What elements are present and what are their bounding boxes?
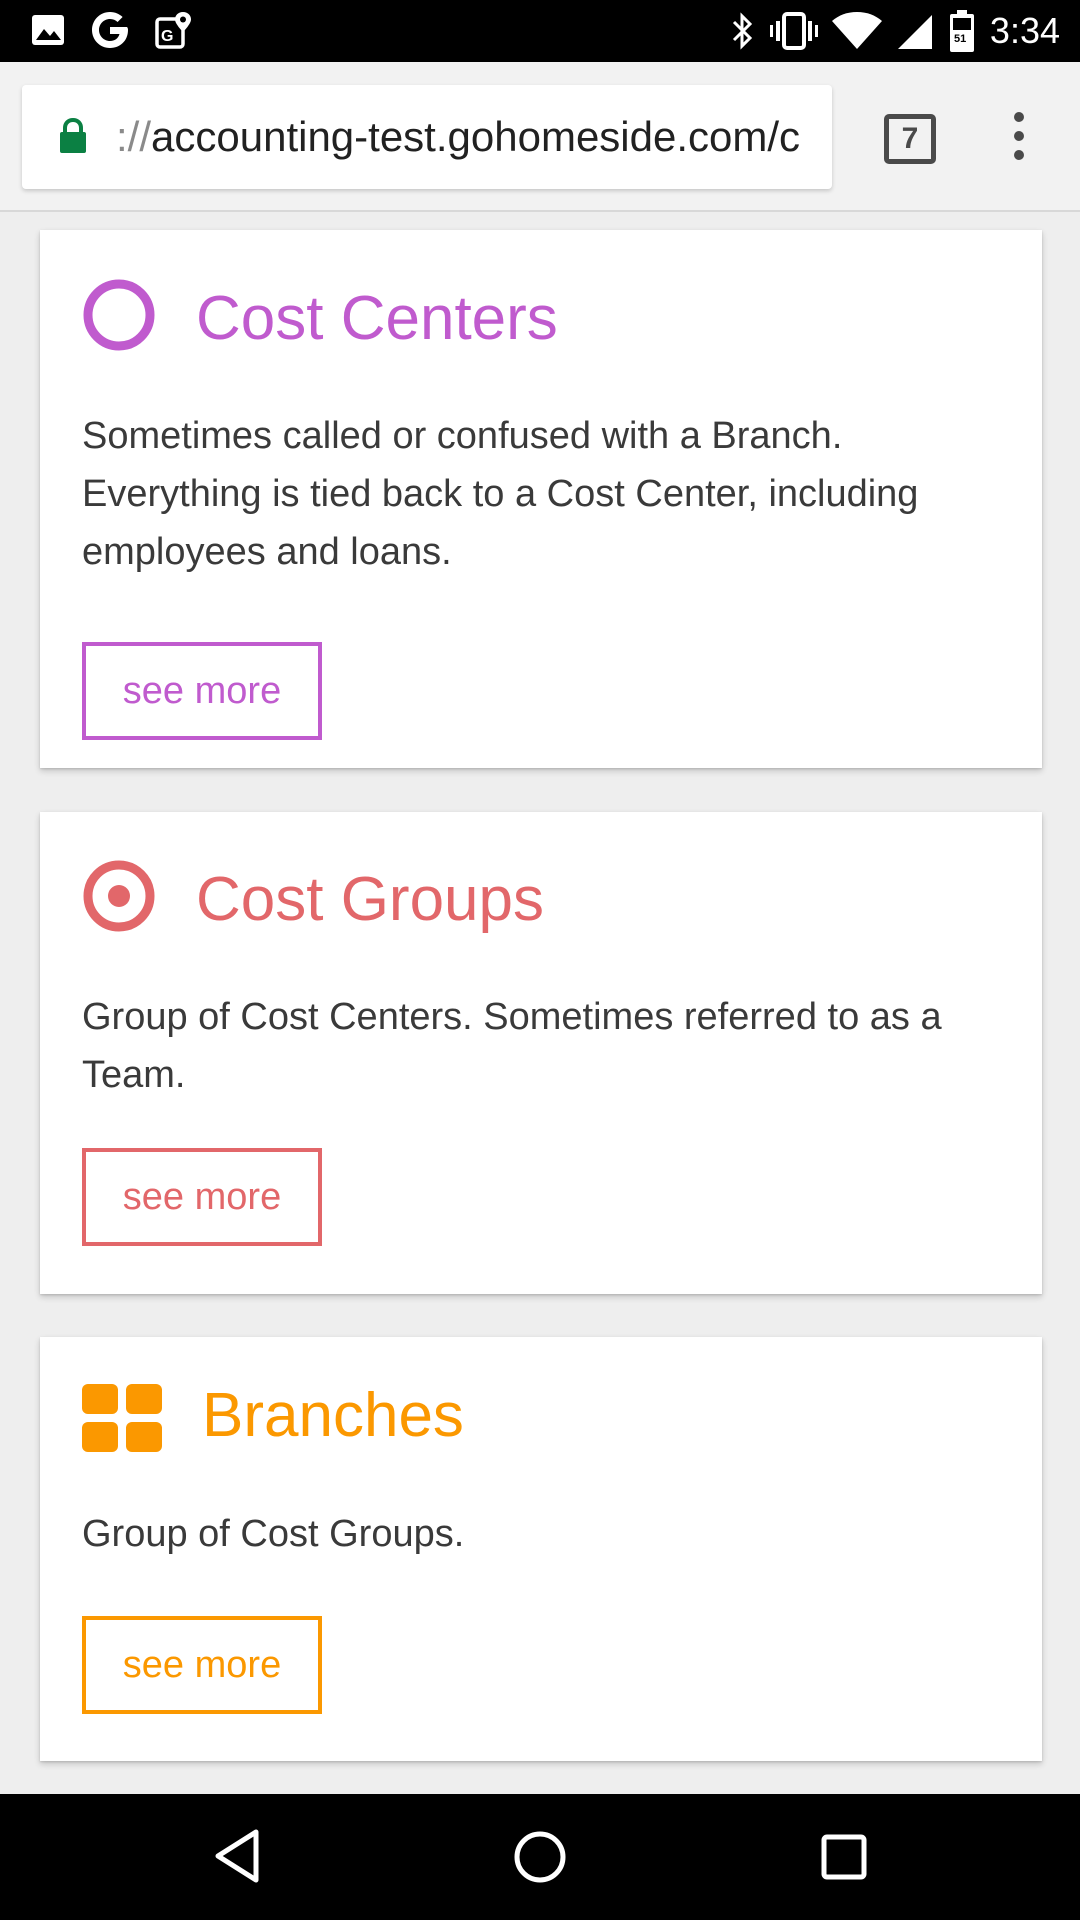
battery-icon: 51 xyxy=(949,10,974,52)
lock-icon xyxy=(60,117,86,153)
google-icon xyxy=(92,12,128,48)
wifi-icon xyxy=(831,12,882,49)
clock: 3:34 xyxy=(989,10,1060,51)
home-icon[interactable] xyxy=(513,1830,567,1884)
card-cost-groups: Cost Groups Group of Cost Centers. Somet… xyxy=(40,812,1042,1294)
status-bar: G 51 3:34 xyxy=(0,0,1080,62)
grid-icon xyxy=(82,1384,162,1452)
svg-text:51: 51 xyxy=(954,33,966,45)
svg-text:G: G xyxy=(161,28,173,45)
url-text[interactable]: ://accounting-test.gohomeside.com/c xyxy=(116,109,800,165)
address-bar[interactable]: ://accounting-test.gohomeside.com/c xyxy=(22,85,832,189)
bluetooth-icon xyxy=(732,12,753,50)
navigation-bar xyxy=(0,1794,1080,1920)
card-description: Group of Cost Centers. Sometimes referre… xyxy=(82,996,942,1096)
vibrate-icon xyxy=(769,12,818,50)
image-icon xyxy=(32,15,64,45)
card-description: Sometimes called or confused with a Bran… xyxy=(82,415,919,573)
recents-icon[interactable] xyxy=(820,1833,868,1881)
card-title: Branches xyxy=(202,1381,464,1450)
browser-toolbar: ://accounting-test.gohomeside.com/c 7 xyxy=(0,62,1080,212)
see-more-button[interactable]: see more xyxy=(82,1148,322,1246)
see-more-button[interactable]: see more xyxy=(82,1616,322,1714)
overflow-menu-icon[interactable] xyxy=(1008,112,1030,172)
target-icon xyxy=(83,860,155,932)
maps-icon: G xyxy=(155,12,191,49)
ring-icon xyxy=(83,279,155,351)
card-branches: Branches Group of Cost Groups. see more xyxy=(40,1337,1042,1761)
card-title: Cost Centers xyxy=(196,284,558,353)
url-host: accounting-test.gohomeside.com/c xyxy=(151,113,801,160)
see-more-button[interactable]: see more xyxy=(82,642,322,740)
card-title: Cost Groups xyxy=(196,865,545,934)
card-description: Group of Cost Groups. xyxy=(82,1513,465,1555)
url-scheme: :// xyxy=(116,113,152,160)
signal-icon xyxy=(897,15,932,49)
page-content: Cost Centers Sometimes called or confuse… xyxy=(0,212,1080,1794)
card-cost-centers: Cost Centers Sometimes called or confuse… xyxy=(40,230,1042,768)
back-icon[interactable] xyxy=(212,1828,262,1884)
tab-switcher-button[interactable]: 7 xyxy=(884,114,936,164)
